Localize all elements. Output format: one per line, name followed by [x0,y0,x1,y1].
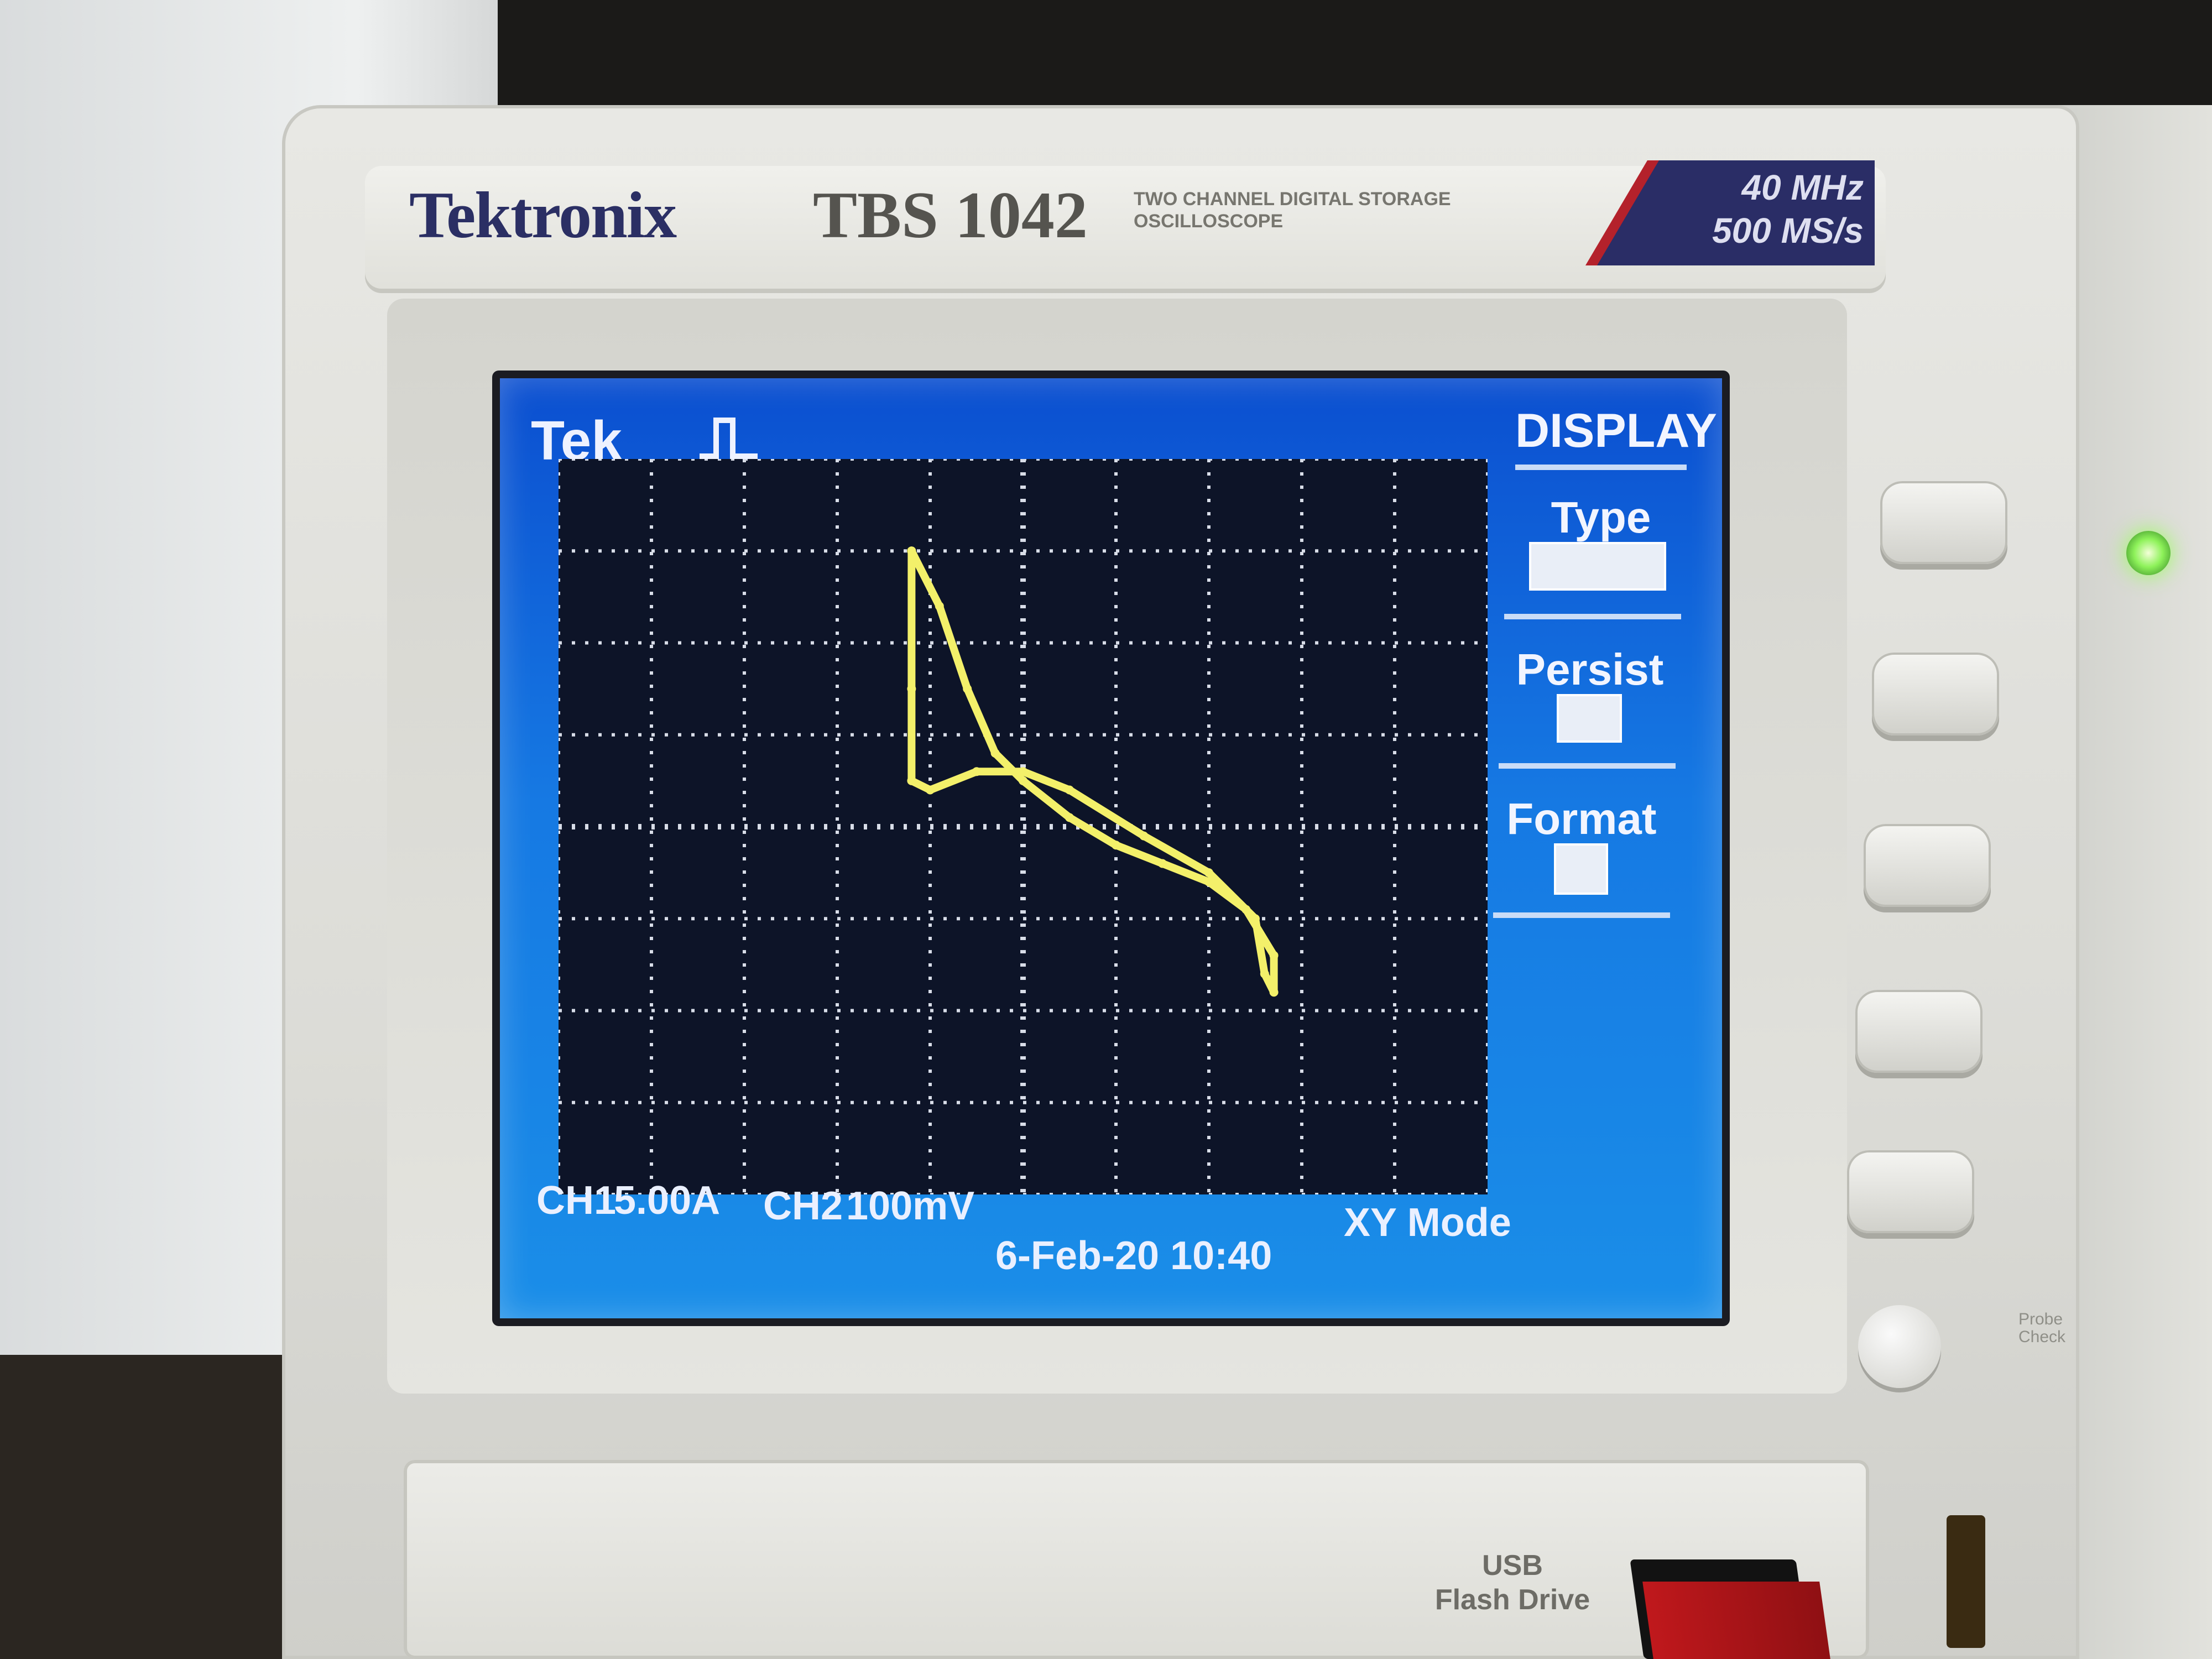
usb-label: USB Flash Drive [1394,1548,1631,1617]
bandwidth-spec: 40 MHz [1741,168,1864,207]
power-led [2126,531,2171,575]
trace-point [907,546,916,556]
trace-point [1112,841,1120,850]
trace-point [1139,831,1149,841]
menu-separator [1499,763,1676,769]
trace-point [963,684,972,693]
menu-item-type-value[interactable] [1529,542,1666,591]
menu-item-type-label: Type [1551,493,1651,542]
menu-separator [1515,465,1687,470]
trace-point [1204,877,1213,886]
menu-item-persist-label: Persist [1516,645,1664,694]
menu-option-button-5[interactable] [1847,1150,1974,1233]
device-usb-port [1947,1515,1985,1648]
sample-rate-spec: 500 MS/s [1712,211,1864,251]
trace-point [1019,776,1027,785]
ch1-scale: 5.00A [614,1178,721,1223]
trace-point [907,776,916,785]
probe-check-button[interactable] [1858,1305,1941,1388]
trace-point [1065,785,1074,795]
menu-item-format-label: Format [1506,794,1657,843]
xy-plot [559,459,1488,1194]
trace-point [1204,868,1213,878]
trace-point [1158,859,1167,868]
xy-trace [907,549,1278,997]
trace-point [1019,767,1027,776]
ch2-scale: 100mV [846,1184,975,1228]
display-mode: XY Mode [1344,1201,1511,1245]
spec-text: 40 MHz 500 MS/s [1659,166,1864,252]
trace-point [1065,813,1074,822]
menu-item-persist-value[interactable] [1557,694,1622,743]
background-equipment [498,0,2212,105]
menu-item-format-value[interactable] [1554,843,1608,895]
trace-point [935,602,944,611]
trace-point [1251,914,1260,924]
menu-option-button-2[interactable] [1872,653,1999,735]
trace-point [1260,969,1269,978]
trace-point [907,684,916,693]
menu-option-button-4[interactable] [1855,990,1983,1073]
photo-scene: Tektronix TBS 1042 TWO CHANNEL DIGITAL S… [0,0,2212,1659]
menu-separator [1493,912,1670,918]
model-number: TBS 1042 [813,178,1088,252]
trace-point [1241,905,1251,914]
menu-option-button-3[interactable] [1864,824,1991,907]
trace-point [972,767,981,776]
brand-logo: Tektronix [409,178,677,252]
usb-label-line-1: USB [1482,1550,1543,1582]
trigger-state-icon [700,418,758,459]
graticule [559,459,1488,1194]
menu-separator [1504,614,1681,619]
ch2-label: CH2 [763,1184,843,1228]
trace-point [926,785,935,795]
trace-point [990,749,1000,758]
date-time: 6-Feb-20 10:40 [995,1234,1272,1278]
ch1-label: CH1 [536,1178,617,1223]
trace-point [1269,988,1279,997]
model-description: TWO CHANNEL DIGITAL STORAGE OSCILLOSCOPE [1134,189,1451,232]
probe-check-label: Probe Check [2018,1310,2066,1346]
menu-option-button-1[interactable] [1880,481,2007,564]
trace-point [1269,951,1279,960]
usb-label-line-2: Flash Drive [1434,1584,1590,1616]
usb-flash-drive [1642,1582,1830,1659]
menu-title: DISPLAY [1515,404,1717,457]
